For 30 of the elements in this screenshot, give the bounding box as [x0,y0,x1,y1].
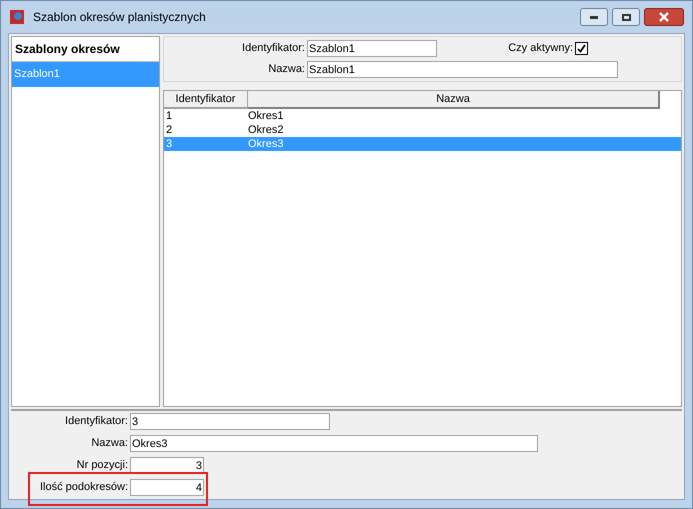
table-cell-text: Okres2 [248,122,284,138]
input-field[interactable]: 4 [130,479,204,496]
table-row[interactable]: 2 Okres2 [164,123,681,137]
table-cell-text: 2 [165,122,174,138]
field-label: Ilość podokresów: [38,480,129,496]
name-field[interactable]: Szablon1 [307,61,618,78]
field-label: Identyfikator: [241,41,306,56]
minimize-button[interactable] [580,8,608,26]
active-checkbox[interactable] [575,42,588,55]
table-cell-text: Okres3 [248,136,284,152]
check-icon [577,44,586,53]
table-cell-text: 3 [165,136,174,152]
close-icon [659,12,669,22]
maximize-button[interactable] [612,8,640,26]
field-label: Identyfikator: [64,414,129,430]
input-field[interactable]: 3 [130,413,330,430]
field-label: Nazwa: [267,62,306,78]
table-row[interactable]: 1 Okres1 [164,109,681,123]
window-title: Szablon okresów planistycznych [33,9,206,26]
column-header[interactable]: Nazwa [248,91,660,109]
table-cell-text: Okres1 [248,108,284,124]
field-label: Nr pozycji: [76,458,129,474]
field-label: Czy aktywny: [507,41,574,56]
app-icon [9,9,25,25]
column-header[interactable]: Identyfikator [164,91,248,109]
id-field[interactable]: Szablon1 [307,40,437,57]
table-cell-text: 1 [165,108,174,124]
field-label: Nazwa: [90,436,129,452]
input-field[interactable]: Okres3 [130,435,538,452]
close-button[interactable] [644,8,684,26]
